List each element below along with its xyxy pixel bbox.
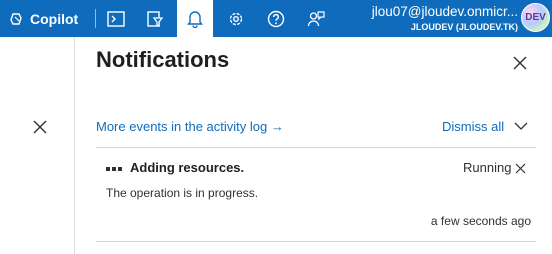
notification-timestamp: a few seconds ago: [430, 214, 531, 228]
settings-gear-icon: [229, 12, 243, 25]
close-icon: [33, 120, 47, 134]
blade-close-button[interactable]: [27, 115, 53, 139]
chevron-down-icon: [514, 122, 528, 130]
account-directory: JLOUDEV (JLOUDEV.TK): [410, 22, 518, 32]
notifications-bell-icon: [187, 10, 203, 28]
notification-dismiss-button[interactable]: [513, 161, 527, 175]
settings-button[interactable]: [218, 0, 254, 37]
toolbar-divider: [95, 9, 96, 28]
account-info[interactable]: jlou07@jloudev.onmicr... JLOUDEV (JLOUDE…: [350, 3, 518, 33]
cloud-shell-button[interactable]: [98, 0, 134, 37]
avatar-text: DEV: [525, 12, 546, 23]
notifications-button[interactable]: [177, 0, 213, 37]
copilot-label: Copilot: [30, 10, 79, 27]
directory-filter-button[interactable]: [137, 0, 173, 37]
close-icon: [513, 56, 527, 70]
account-email: jlou07@jloudev.onmicr...: [371, 4, 518, 19]
in-progress-dots-icon: [106, 167, 122, 171]
notification-description: The operation is in progress.: [106, 186, 259, 200]
divider: [96, 241, 536, 242]
cloud-shell-icon: [107, 10, 125, 27]
copilot-button[interactable]: Copilot: [9, 0, 78, 37]
feedback-icon: [307, 10, 325, 26]
top-navigation-bar: Copilot jlou07@jloudev.onmicr... JLOUDEV…: [0, 0, 552, 37]
divider: [96, 147, 536, 148]
notifications-panel: Notifications More events in the activit…: [76, 37, 552, 254]
activity-log-link[interactable]: More events in the activity log →: [96, 119, 284, 134]
directory-filter-icon: [147, 10, 164, 27]
copilot-icon: [10, 12, 22, 25]
background-blade-strip: [0, 37, 75, 254]
feedback-button[interactable]: [298, 0, 334, 37]
notification-title: Adding resources.: [130, 160, 245, 175]
dismiss-all-label: Dismiss all: [442, 119, 505, 134]
dismiss-all-button[interactable]: Dismiss all: [442, 119, 528, 134]
help-button[interactable]: [258, 0, 294, 37]
panel-close-button[interactable]: [508, 51, 532, 75]
panel-title: Notifications: [96, 47, 230, 72]
avatar[interactable]: DEV: [521, 3, 550, 32]
notification-status: Running: [463, 160, 512, 175]
close-icon: [515, 163, 525, 173]
help-question-icon: [267, 10, 285, 27]
